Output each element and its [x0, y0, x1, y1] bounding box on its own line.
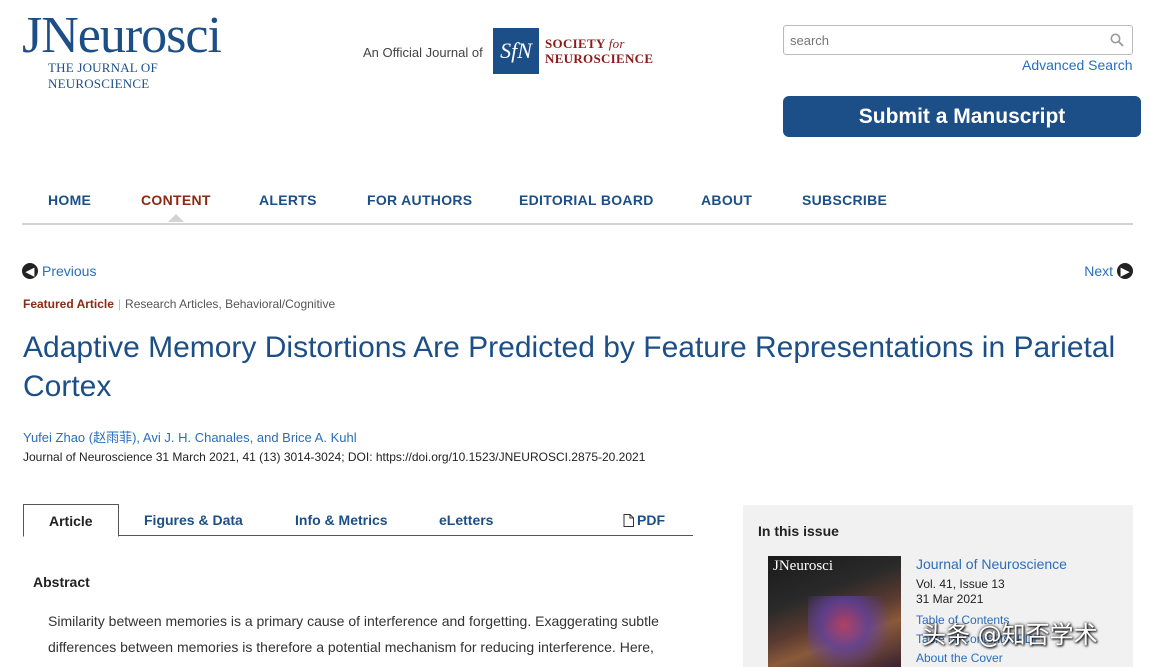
nav-alerts[interactable]: ALERTS: [259, 192, 317, 208]
abstract-heading: Abstract: [33, 574, 90, 590]
arrow-right-icon: ▶: [1117, 263, 1133, 279]
article-section: Research Articles, Behavioral/Cognitive: [125, 297, 336, 311]
search-input[interactable]: [784, 26, 1094, 54]
nav-content[interactable]: CONTENT: [141, 192, 211, 208]
official-journal-text: An Official Journal of: [363, 45, 483, 60]
sfn-logo-mark[interactable]: SfN: [493, 28, 539, 74]
nav-home[interactable]: HOME: [48, 192, 91, 208]
nav-editorial-board[interactable]: EDITORIAL BOARD: [519, 192, 654, 208]
nav-about[interactable]: ABOUT: [701, 192, 752, 208]
sfn-for: for: [608, 36, 625, 51]
tab-pdf[interactable]: PDF: [623, 504, 665, 536]
issue-date: 31 Mar 2021: [916, 592, 984, 606]
next-article-link[interactable]: Next ▶: [1084, 263, 1133, 279]
about-the-cover-link[interactable]: About the Cover: [916, 651, 1003, 665]
next-label: Next: [1084, 263, 1113, 279]
article-citation: Journal of Neuroscience 31 March 2021, 4…: [23, 450, 646, 464]
in-this-issue-heading: In this issue: [758, 523, 839, 539]
nav-subscribe[interactable]: SUBSCRIBE: [802, 192, 887, 208]
advanced-search-link[interactable]: Advanced Search: [1022, 57, 1133, 73]
cover-art: [808, 596, 898, 666]
article-tabs: Article Figures & Data Info & Metrics eL…: [23, 504, 693, 537]
meta-divider: |: [117, 297, 122, 311]
logo-main-text: JNeurosci: [22, 7, 222, 64]
main-nav: HOME CONTENT ALERTS FOR AUTHORS EDITORIA…: [22, 185, 1133, 225]
issue-journal-link[interactable]: Journal of Neuroscience: [916, 556, 1067, 572]
issue-volume: Vol. 41, Issue 13: [916, 577, 1005, 591]
watermark-overlay: 头条 @知否学术: [922, 621, 1098, 649]
tab-article[interactable]: Article: [23, 504, 119, 537]
sfn-line1: SOCIETY: [545, 36, 606, 51]
article-title: Adaptive Memory Distortions Are Predicte…: [23, 331, 1116, 403]
logo-sub-text: THE JOURNAL OF NEUROSCIENCE: [48, 60, 158, 91]
tab-figures-data[interactable]: Figures & Data: [144, 504, 243, 536]
active-nav-caret-icon: [168, 214, 184, 222]
article-meta: Featured Article | Research Articles, Beha…: [23, 297, 335, 311]
pdf-label: PDF: [637, 512, 665, 528]
abstract-text: Similarity between memories is a primary…: [48, 613, 659, 655]
article-authors[interactable]: Yufei Zhao (赵雨菲), Avi J. H. Chanales, an…: [23, 427, 357, 446]
tab-eletters[interactable]: eLetters: [439, 504, 493, 536]
pdf-file-icon: [623, 513, 634, 527]
tab-info-metrics[interactable]: Info & Metrics: [295, 504, 388, 536]
cover-title: JNeurosci: [773, 558, 833, 574]
sfn-line2: NEUROSCIENCE: [545, 51, 654, 66]
featured-badge: Featured Article: [23, 297, 114, 311]
sfn-logo-text[interactable]: SOCIETY for NEUROSCIENCE: [545, 36, 653, 66]
previous-label: Previous: [42, 263, 97, 279]
submit-manuscript-button[interactable]: Submit a Manuscript: [783, 96, 1141, 137]
issue-cover-image[interactable]: JNeurosci: [768, 556, 901, 667]
search-box: [783, 25, 1133, 55]
journal-logo[interactable]: JNeurosci THE JOURNAL OF NEUROSCIENCE: [22, 7, 262, 92]
arrow-left-icon: ◀: [22, 263, 38, 279]
search-icon[interactable]: [1110, 33, 1124, 47]
previous-article-link[interactable]: ◀ Previous: [22, 263, 96, 279]
nav-for-authors[interactable]: FOR AUTHORS: [367, 192, 472, 208]
